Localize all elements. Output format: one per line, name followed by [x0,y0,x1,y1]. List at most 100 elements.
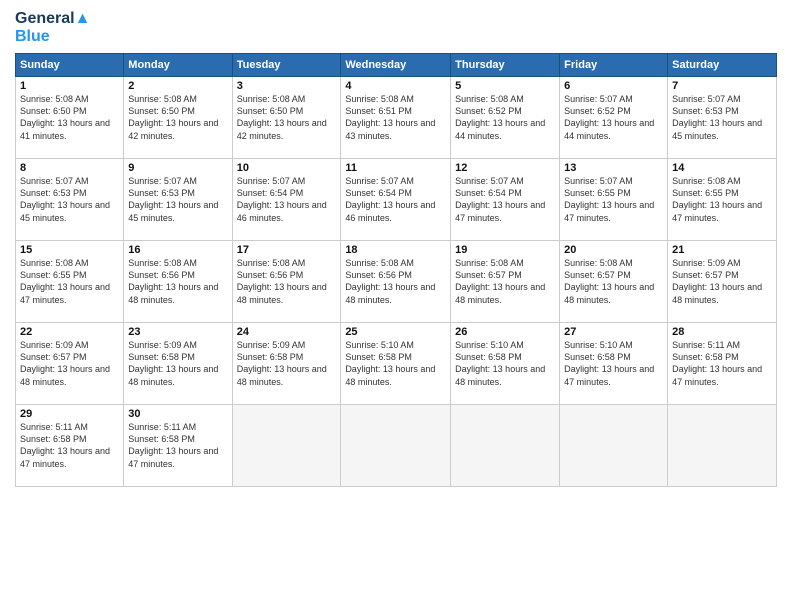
day-info: Sunrise: 5:11 AM Sunset: 6:58 PM Dayligh… [20,421,119,470]
day-number: 18 [345,244,446,256]
calendar-cell: 9 Sunrise: 5:07 AM Sunset: 6:53 PM Dayli… [124,159,232,241]
logo-text: General▲ Blue [15,10,90,45]
calendar-header-sunday: Sunday [16,54,124,77]
calendar-cell: 2 Sunrise: 5:08 AM Sunset: 6:50 PM Dayli… [124,77,232,159]
calendar-cell: 30 Sunrise: 5:11 AM Sunset: 6:58 PM Dayl… [124,405,232,487]
logo: General▲ Blue [15,10,90,45]
calendar-header-friday: Friday [560,54,668,77]
day-info: Sunrise: 5:09 AM Sunset: 6:58 PM Dayligh… [237,339,337,388]
day-number: 6 [564,80,663,92]
day-info: Sunrise: 5:11 AM Sunset: 6:58 PM Dayligh… [672,339,772,388]
day-number: 25 [345,326,446,338]
day-info: Sunrise: 5:07 AM Sunset: 6:55 PM Dayligh… [564,175,663,224]
day-number: 11 [345,162,446,174]
calendar-table: SundayMondayTuesdayWednesdayThursdayFrid… [15,53,777,487]
day-info: Sunrise: 5:07 AM Sunset: 6:53 PM Dayligh… [20,175,119,224]
day-number: 23 [128,326,227,338]
calendar-cell: 14 Sunrise: 5:08 AM Sunset: 6:55 PM Dayl… [668,159,777,241]
calendar-cell: 5 Sunrise: 5:08 AM Sunset: 6:52 PM Dayli… [451,77,560,159]
day-number: 29 [20,408,119,420]
day-info: Sunrise: 5:09 AM Sunset: 6:57 PM Dayligh… [672,257,772,306]
day-number: 5 [455,80,555,92]
day-info: Sunrise: 5:08 AM Sunset: 6:52 PM Dayligh… [455,93,555,142]
day-number: 22 [20,326,119,338]
calendar-header-saturday: Saturday [668,54,777,77]
day-number: 24 [237,326,337,338]
calendar-cell: 23 Sunrise: 5:09 AM Sunset: 6:58 PM Dayl… [124,323,232,405]
calendar-cell: 29 Sunrise: 5:11 AM Sunset: 6:58 PM Dayl… [16,405,124,487]
day-info: Sunrise: 5:07 AM Sunset: 6:54 PM Dayligh… [455,175,555,224]
day-number: 15 [20,244,119,256]
day-info: Sunrise: 5:07 AM Sunset: 6:53 PM Dayligh… [672,93,772,142]
day-number: 12 [455,162,555,174]
calendar-cell [560,405,668,487]
calendar-cell: 6 Sunrise: 5:07 AM Sunset: 6:52 PM Dayli… [560,77,668,159]
calendar-cell: 24 Sunrise: 5:09 AM Sunset: 6:58 PM Dayl… [232,323,341,405]
day-info: Sunrise: 5:08 AM Sunset: 6:57 PM Dayligh… [455,257,555,306]
day-info: Sunrise: 5:09 AM Sunset: 6:58 PM Dayligh… [128,339,227,388]
day-info: Sunrise: 5:07 AM Sunset: 6:54 PM Dayligh… [237,175,337,224]
day-info: Sunrise: 5:08 AM Sunset: 6:55 PM Dayligh… [20,257,119,306]
day-info: Sunrise: 5:08 AM Sunset: 6:50 PM Dayligh… [237,93,337,142]
day-info: Sunrise: 5:08 AM Sunset: 6:56 PM Dayligh… [128,257,227,306]
calendar-cell: 26 Sunrise: 5:10 AM Sunset: 6:58 PM Dayl… [451,323,560,405]
day-info: Sunrise: 5:08 AM Sunset: 6:55 PM Dayligh… [672,175,772,224]
calendar-cell: 27 Sunrise: 5:10 AM Sunset: 6:58 PM Dayl… [560,323,668,405]
calendar-cell: 19 Sunrise: 5:08 AM Sunset: 6:57 PM Dayl… [451,241,560,323]
day-number: 1 [20,80,119,92]
calendar-cell: 15 Sunrise: 5:08 AM Sunset: 6:55 PM Dayl… [16,241,124,323]
calendar-cell [668,405,777,487]
day-number: 26 [455,326,555,338]
calendar-cell: 21 Sunrise: 5:09 AM Sunset: 6:57 PM Dayl… [668,241,777,323]
calendar-cell: 28 Sunrise: 5:11 AM Sunset: 6:58 PM Dayl… [668,323,777,405]
calendar-cell: 7 Sunrise: 5:07 AM Sunset: 6:53 PM Dayli… [668,77,777,159]
calendar-cell: 16 Sunrise: 5:08 AM Sunset: 6:56 PM Dayl… [124,241,232,323]
calendar-cell: 4 Sunrise: 5:08 AM Sunset: 6:51 PM Dayli… [341,77,451,159]
day-info: Sunrise: 5:08 AM Sunset: 6:56 PM Dayligh… [237,257,337,306]
day-info: Sunrise: 5:10 AM Sunset: 6:58 PM Dayligh… [564,339,663,388]
day-number: 7 [672,80,772,92]
day-number: 9 [128,162,227,174]
calendar-cell: 20 Sunrise: 5:08 AM Sunset: 6:57 PM Dayl… [560,241,668,323]
day-number: 10 [237,162,337,174]
day-info: Sunrise: 5:07 AM Sunset: 6:54 PM Dayligh… [345,175,446,224]
day-number: 30 [128,408,227,420]
day-info: Sunrise: 5:08 AM Sunset: 6:50 PM Dayligh… [128,93,227,142]
calendar-cell: 17 Sunrise: 5:08 AM Sunset: 6:56 PM Dayl… [232,241,341,323]
day-number: 16 [128,244,227,256]
calendar-header-monday: Monday [124,54,232,77]
calendar-cell: 1 Sunrise: 5:08 AM Sunset: 6:50 PM Dayli… [16,77,124,159]
day-info: Sunrise: 5:08 AM Sunset: 6:57 PM Dayligh… [564,257,663,306]
calendar-cell: 11 Sunrise: 5:07 AM Sunset: 6:54 PM Dayl… [341,159,451,241]
day-number: 2 [128,80,227,92]
day-number: 17 [237,244,337,256]
day-number: 8 [20,162,119,174]
calendar-cell: 25 Sunrise: 5:10 AM Sunset: 6:58 PM Dayl… [341,323,451,405]
day-info: Sunrise: 5:08 AM Sunset: 6:56 PM Dayligh… [345,257,446,306]
day-number: 20 [564,244,663,256]
calendar-cell: 8 Sunrise: 5:07 AM Sunset: 6:53 PM Dayli… [16,159,124,241]
day-info: Sunrise: 5:08 AM Sunset: 6:50 PM Dayligh… [20,93,119,142]
page-header: General▲ Blue [15,10,777,45]
day-number: 13 [564,162,663,174]
day-info: Sunrise: 5:10 AM Sunset: 6:58 PM Dayligh… [455,339,555,388]
day-number: 3 [237,80,337,92]
day-number: 19 [455,244,555,256]
day-info: Sunrise: 5:07 AM Sunset: 6:53 PM Dayligh… [128,175,227,224]
calendar-header-thursday: Thursday [451,54,560,77]
calendar-cell: 18 Sunrise: 5:08 AM Sunset: 6:56 PM Dayl… [341,241,451,323]
calendar-cell: 22 Sunrise: 5:09 AM Sunset: 6:57 PM Dayl… [16,323,124,405]
day-number: 4 [345,80,446,92]
calendar-cell [232,405,341,487]
day-number: 21 [672,244,772,256]
calendar-cell [451,405,560,487]
calendar-header-tuesday: Tuesday [232,54,341,77]
day-info: Sunrise: 5:10 AM Sunset: 6:58 PM Dayligh… [345,339,446,388]
calendar-cell [341,405,451,487]
day-number: 28 [672,326,772,338]
day-info: Sunrise: 5:09 AM Sunset: 6:57 PM Dayligh… [20,339,119,388]
day-number: 14 [672,162,772,174]
calendar-cell: 13 Sunrise: 5:07 AM Sunset: 6:55 PM Dayl… [560,159,668,241]
calendar-cell: 3 Sunrise: 5:08 AM Sunset: 6:50 PM Dayli… [232,77,341,159]
day-info: Sunrise: 5:07 AM Sunset: 6:52 PM Dayligh… [564,93,663,142]
